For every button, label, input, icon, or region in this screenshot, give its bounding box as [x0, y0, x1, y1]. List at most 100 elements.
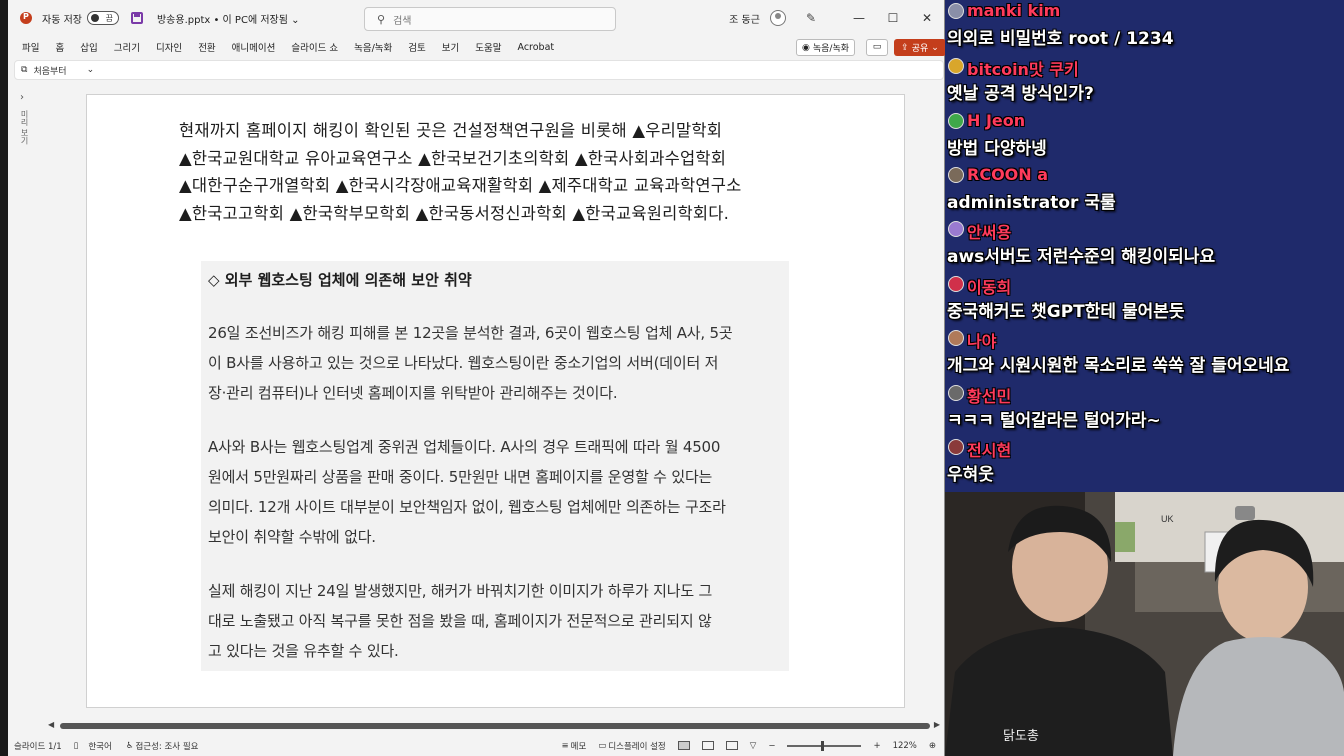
- slideshow-view-icon[interactable]: ▽: [750, 741, 757, 751]
- fit-to-window-icon[interactable]: ⊕: [929, 741, 936, 751]
- tab-animations[interactable]: 애니메이션: [224, 40, 284, 54]
- slide-indicator: 슬라이드 1/1: [14, 741, 62, 752]
- article-image-block[interactable]: ◇ 외부 웹호스팅 업체에 의존해 보안 취약 26일 조선비즈가 해킹 피해를…: [201, 261, 789, 671]
- accessibility-status[interactable]: 접근성: 조사 필요: [135, 740, 198, 752]
- scroll-right-icon[interactable]: ▶: [934, 720, 940, 729]
- spellcheck-icon[interactable]: ▯: [74, 741, 79, 751]
- chat-message: 전시현 우혀웃: [945, 436, 1344, 490]
- chat-message: manki kim 의외로 비밀번호 root / 1234: [945, 0, 1344, 54]
- chat-username: 전시현: [967, 441, 1012, 460]
- chat-message: 황선민 ㅋㅋㅋ 털어갈라믄 털어가라~: [945, 382, 1344, 436]
- toggle-knob: [90, 14, 99, 22]
- maximize-icon[interactable]: ☐: [876, 11, 910, 25]
- ribbon-tabs: 파일 홈 삽입 그리기 디자인 전환 애니메이션 슬라이드 쇼 녹음/녹화 검토…: [8, 36, 946, 58]
- tab-slideshow[interactable]: 슬라이드 쇼: [283, 40, 346, 54]
- zoom-slider[interactable]: [787, 740, 862, 751]
- from-start-button[interactable]: 처음부터: [33, 64, 66, 77]
- chat-avatar: [948, 3, 964, 19]
- tab-transitions[interactable]: 전환: [190, 40, 223, 54]
- slide-sorter-icon[interactable]: [701, 741, 714, 750]
- zoom-out-icon[interactable]: −: [768, 741, 775, 751]
- lead-line: ▲대한구순구개열학회 ▲한국시각장애교육재활학회 ▲제주대학교 교육과학연구소: [179, 176, 742, 195]
- document-title[interactable]: 방송용.pptx • 이 PC에 저장됨 ⌄: [157, 11, 300, 26]
- autosave-control[interactable]: 자동 저장 끔: [42, 11, 119, 26]
- search-icon: ⚲: [377, 12, 386, 26]
- lead-line: ▲한국교원대학교 유아교육연구소 ▲한국보건기초의학회 ▲한국사회과수업학회: [179, 148, 727, 168]
- chat-avatar: [948, 276, 964, 292]
- tab-home[interactable]: 홈: [47, 40, 72, 54]
- tab-draw[interactable]: 그리기: [106, 40, 148, 54]
- reading-view-icon[interactable]: [725, 741, 738, 750]
- lead-text-block[interactable]: 현재까지 홈페이지 해킹이 확인된 곳은 건설정책연구원을 비롯해 ▲우리말학회…: [179, 117, 839, 227]
- chat-text: aws서버도 저런수준의 해킹이되나요: [947, 247, 1216, 267]
- paragraph-line: 이 B사를 사용하고 있는 것으로 나타났다. 웹호스팅이란 중소기업의 서버(…: [208, 354, 719, 372]
- search-placeholder: 검색: [393, 15, 412, 27]
- paragraph-line: 장·관리 컴퓨터)나 인터넷 홈페이지를 위탁받아 관리해주는 것이다.: [208, 384, 618, 402]
- chat-username: RCOON a: [967, 165, 1049, 184]
- chat-message: bitcoin맛 쿠키 옛날 공격 방식인가?: [945, 55, 1344, 109]
- pen-icon[interactable]: ✎: [806, 11, 816, 25]
- tab-design[interactable]: 디자인: [148, 40, 190, 54]
- notes-button[interactable]: 메모: [571, 740, 587, 752]
- zoom-level[interactable]: 122%: [893, 741, 917, 751]
- record-button[interactable]: ◉ 녹음/녹화: [796, 39, 856, 56]
- paragraph-line: 의미다. 12개 사이트 대부분이 보안책임자 없이, 웹호스팅 업체에만 의존…: [208, 498, 726, 516]
- user-avatar-icon[interactable]: [769, 10, 786, 26]
- tab-acrobat[interactable]: Acrobat: [509, 42, 562, 53]
- chat-text: ㅋㅋㅋ 털어갈라믄 털어가라~: [947, 411, 1161, 431]
- tab-insert[interactable]: 삽입: [72, 40, 105, 54]
- chat-avatar: [948, 330, 964, 346]
- shirt-print: 닭도총: [1003, 728, 1039, 743]
- normal-view-icon[interactable]: [677, 741, 690, 750]
- user-name[interactable]: 조 동근: [729, 11, 760, 26]
- chat-text: 우혀웃: [947, 465, 994, 485]
- zoom-in-icon[interactable]: +: [873, 741, 880, 751]
- language-indicator[interactable]: 한국어: [88, 740, 111, 752]
- close-icon[interactable]: ✕: [910, 11, 944, 25]
- share-icon: ⇪: [901, 42, 909, 53]
- chat-text: 개그와 시원시원한 목소리로 쏙쏙 잘 들어오네요: [947, 356, 1290, 376]
- search-input[interactable]: ⚲ 검색: [364, 7, 616, 31]
- paragraph-line: 고 있다는 것을 유추할 수 있다.: [208, 642, 399, 660]
- chat-avatar: [948, 167, 964, 183]
- powerpoint-logo-icon: [20, 12, 32, 24]
- accessibility-icon[interactable]: ♿: [126, 741, 134, 751]
- chevron-down-icon: ⌄: [931, 42, 939, 53]
- chat-avatar: [948, 221, 964, 237]
- paragraph-line: 보안이 취약할 수밖에 없다.: [208, 528, 376, 546]
- tab-record[interactable]: 녹음/녹화: [346, 40, 400, 54]
- chat-avatar: [948, 439, 964, 455]
- share-button[interactable]: ⇪ 공유 ⌄: [894, 39, 946, 56]
- chat-username: bitcoin맛 쿠키: [967, 60, 1079, 79]
- title-bar: 자동 저장 끔 방송용.pptx • 이 PC에 저장됨 ⌄ ⚲ 검색 조 동근…: [8, 0, 944, 36]
- chat-avatar: [948, 58, 964, 74]
- comments-button[interactable]: ▭: [866, 39, 888, 56]
- lead-line: ▲한국고고학회 ▲한국학부모학회 ▲한국동서정신과학회 ▲한국교육원리학회다.: [179, 203, 730, 223]
- autosave-toggle[interactable]: 끔: [86, 11, 119, 25]
- chevron-right-icon[interactable]: ›: [20, 92, 24, 103]
- notes-icon[interactable]: ≡: [562, 741, 569, 751]
- display-settings-icon[interactable]: ▭: [598, 741, 606, 751]
- tab-view[interactable]: 보기: [434, 40, 467, 54]
- scroll-left-icon[interactable]: ◀: [48, 720, 54, 729]
- slideshow-start-icon[interactable]: ⧉: [21, 65, 27, 75]
- minimize-icon[interactable]: —: [842, 11, 876, 25]
- thumbnail-pane-collapsed[interactable]: › 미리 보기: [14, 88, 34, 718]
- chat-message: 안써용 aws서버도 저런수준의 해킹이되나요: [945, 218, 1344, 272]
- scrollbar-thumb[interactable]: [60, 723, 930, 729]
- article-heading: ◇ 외부 웹호스팅 업체에 의존해 보안 취약: [208, 271, 472, 289]
- save-icon[interactable]: [130, 12, 143, 24]
- webcam-scene: UK 닭도총: [945, 492, 1344, 756]
- tab-help[interactable]: 도움말: [467, 40, 509, 54]
- article-paragraph: 실제 해킹이 지난 24일 발생했지만, 해커가 바꿔치기한 이미지가 하루가 …: [208, 576, 782, 666]
- tab-file[interactable]: 파일: [8, 40, 47, 54]
- quick-access-bar: ⧉ 처음부터 ⌄: [14, 60, 944, 80]
- paragraph-line: A사와 B사는 웹호스팅업계 중위권 업체들이다. A사의 경우 트래픽에 따라…: [208, 438, 721, 456]
- horizontal-scrollbar[interactable]: ◀ ▶: [48, 720, 940, 732]
- paragraph-line: 26일 조선비즈가 해킹 피해를 본 12곳을 분석한 결과, 6곳이 웹호스팅…: [208, 324, 733, 342]
- tab-review[interactable]: 검토: [400, 40, 433, 54]
- customize-toolbar-icon[interactable]: ⌄: [87, 65, 95, 75]
- display-settings-button[interactable]: 디스플레이 설정: [608, 740, 665, 752]
- slide-canvas[interactable]: 현재까지 홈페이지 해킹이 확인된 곳은 건설정책연구원을 비롯해 ▲우리말학회…: [86, 94, 905, 708]
- thumbnail-pane-label: 미리 보기: [20, 110, 29, 145]
